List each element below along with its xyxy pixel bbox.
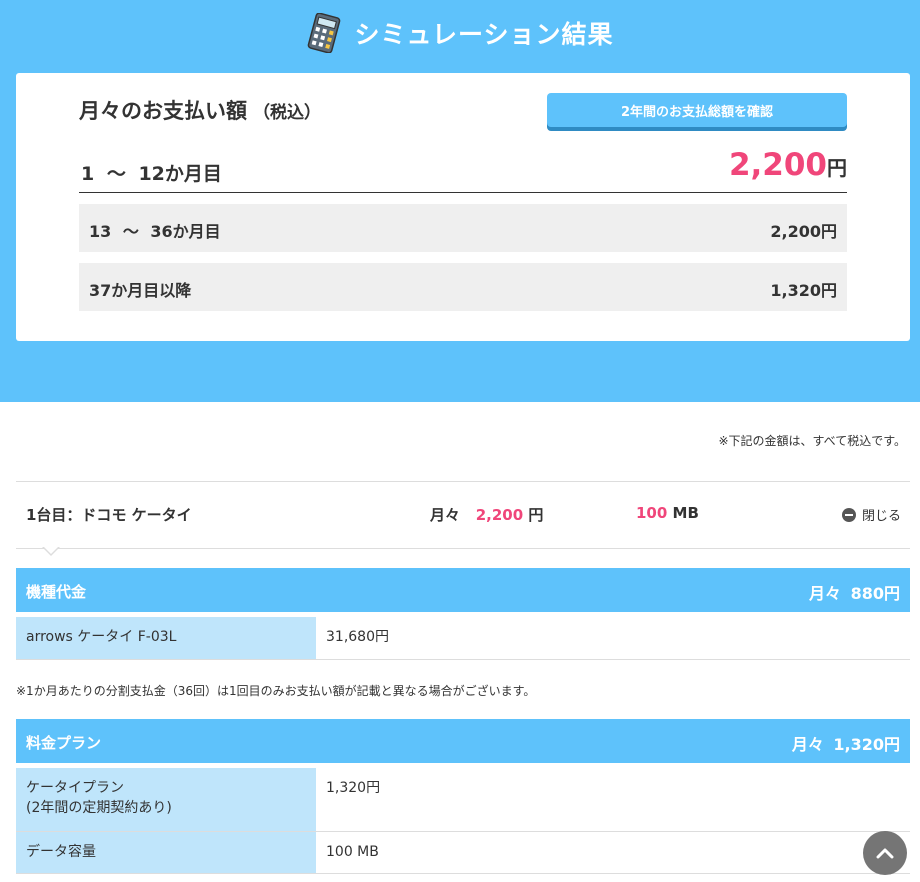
monthly-payment-heading: 月々のお支払い額 （税込） xyxy=(79,95,321,125)
close-details-button[interactable]: 閉じる xyxy=(842,505,901,524)
details-pointer xyxy=(42,546,60,556)
page-title: シミュレーション結果 xyxy=(0,0,920,66)
tax-included-label: （税込） xyxy=(253,103,321,123)
line-data-value: 100 xyxy=(636,504,668,522)
payment-period: 1 ～ 12か月目 xyxy=(81,163,222,185)
payment-row: 13 ～ 36か月目 2,200円 xyxy=(79,204,847,252)
plan-row: ケータイプラン (2年間の定期契約あり) 1,320円 xyxy=(16,768,910,832)
payment-row-first-year: 1 ～ 12か月目 2,200円 xyxy=(79,145,847,193)
payment-row: 37か月目以降 1,320円 xyxy=(79,263,847,311)
plan-name: ケータイプラン (2年間の定期契約あり) xyxy=(16,768,316,831)
line-data-amount: 100 MB xyxy=(636,504,699,522)
calculator-icon xyxy=(306,13,342,53)
plan-monthly: 月々 1,320円 xyxy=(791,735,900,754)
line-data-unit: MB xyxy=(672,504,699,522)
plan-name-line2: (2年間の定期契約あり) xyxy=(26,800,172,816)
payment-period: 37か月目以降 xyxy=(89,281,192,300)
data-capacity-row: データ容量 100 MB xyxy=(16,832,910,874)
line-name: 1台目：ドコモ ケータイ xyxy=(26,506,192,524)
device-name: arrows ケータイ F-03L xyxy=(16,617,316,659)
installment-note: ※1か月あたりの分割支払金（36回）は1回目のみお支払い額が記載と異なる場合がご… xyxy=(16,684,536,698)
two-year-total-button[interactable]: 2年間のお支払総額を確認 xyxy=(547,93,847,127)
monthly-payment-heading-text: 月々のお支払い額 xyxy=(79,99,247,123)
device-cost-label: 機種代金 xyxy=(26,583,87,601)
line-summary-bar: 1台目：ドコモ ケータイ 月々 2,200 円 100 MB 閉じる xyxy=(16,481,910,549)
plan-label: 料金プラン xyxy=(26,734,102,752)
line-monthly-label: 月々 xyxy=(430,506,461,524)
payment-amount: 2,200円 xyxy=(770,222,837,241)
line-monthly-price: 月々 2,200 円 xyxy=(430,504,543,525)
scroll-to-top-button[interactable] xyxy=(863,831,907,875)
payment-amount: 1,320円 xyxy=(770,281,837,300)
tax-note: ※下記の金額は、すべて税込です。 xyxy=(718,434,906,448)
payment-amount: 2,200円 xyxy=(729,147,847,183)
plan-header: 料金プラン 月々 1,320円 xyxy=(16,719,910,763)
data-capacity-value: 100 MB xyxy=(326,844,379,860)
device-price: 31,680円 xyxy=(326,629,389,645)
chevron-up-icon xyxy=(876,844,894,863)
payment-price: 2,200 xyxy=(728,147,827,183)
minus-circle-icon xyxy=(842,507,856,522)
result-card: 月々のお支払い額 （税込） 2年間のお支払総額を確認 1 ～ 12か月目 2,20… xyxy=(16,73,910,341)
data-capacity-label: データ容量 xyxy=(16,832,316,873)
plan-name-line1: ケータイプラン xyxy=(26,780,124,796)
payment-unit: 円 xyxy=(827,156,847,180)
close-details-label: 閉じる xyxy=(862,509,902,524)
device-cost-monthly: 月々 880円 xyxy=(809,584,900,603)
device-cost-header: 機種代金 月々 880円 xyxy=(16,568,910,612)
plan-price: 1,320円 xyxy=(326,780,381,796)
payment-period: 13 ～ 36か月目 xyxy=(89,222,221,241)
hero-section: シミュレーション結果 月々のお支払い額 （税込） 2年間のお支払総額を確認 1 ～… xyxy=(0,0,920,402)
device-row: arrows ケータイ F-03L 31,680円 xyxy=(16,617,910,660)
page-title-text: シミュレーション結果 xyxy=(354,20,614,49)
line-monthly-amount: 2,200 xyxy=(475,506,524,524)
line-monthly-unit: 円 xyxy=(528,506,544,524)
